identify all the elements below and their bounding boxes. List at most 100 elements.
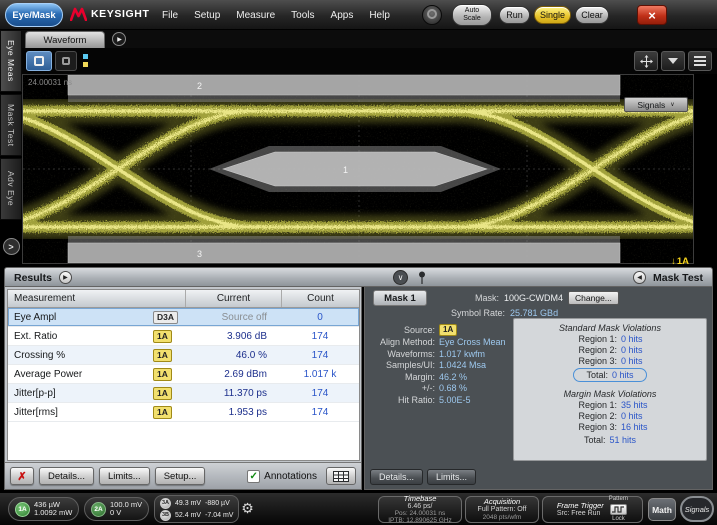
frame-trigger-title: Frame Trigger bbox=[557, 502, 604, 510]
region-value: 35 hits bbox=[621, 400, 679, 411]
channel-3a-value-2: -880 µV bbox=[205, 500, 230, 507]
math-button[interactable]: Math bbox=[648, 498, 676, 521]
mask-region-3-label: 3 bbox=[197, 249, 202, 259]
channel-2a-button[interactable]: 2A 100.0 mV 0 V bbox=[84, 497, 149, 521]
collapse-panel-button[interactable]: ∨ bbox=[393, 270, 408, 285]
view-mode-button[interactable] bbox=[26, 51, 52, 71]
mask-test-panel-title: Mask Test bbox=[653, 272, 703, 284]
clear-button[interactable]: Clear bbox=[575, 6, 609, 24]
menu-help[interactable]: Help bbox=[369, 10, 390, 21]
single-button[interactable]: Single bbox=[534, 6, 571, 24]
brand-name: KEYSIGHT bbox=[91, 8, 149, 20]
symbol-rate-row: Symbol Rate: 25.781 GBd bbox=[451, 308, 558, 318]
left-arrow-icon: ◀ bbox=[637, 274, 642, 281]
gear-icon: ⚙ bbox=[241, 500, 254, 517]
source-badge: 1A bbox=[153, 330, 172, 343]
run-button[interactable]: Run bbox=[499, 6, 530, 24]
channel-3-button[interactable]: 3A 49.3 mV -880 µV 3B 52.4 mV -7.04 mV bbox=[154, 495, 239, 523]
menu-tools[interactable]: Tools bbox=[291, 10, 314, 21]
chevron-right-icon: > bbox=[8, 242, 13, 252]
signals-button[interactable]: Signals bbox=[680, 496, 714, 522]
menu-file[interactable]: File bbox=[162, 10, 178, 21]
touch-icon bbox=[427, 9, 437, 19]
signals-dropdown[interactable]: Signals ∨ bbox=[624, 97, 688, 112]
measurement-name: Jitter[rms] bbox=[8, 407, 153, 418]
grid-view-button[interactable] bbox=[326, 467, 356, 485]
auto-scale-button[interactable]: Auto Scale bbox=[452, 4, 492, 26]
mask-test-expand-button[interactable]: ◀ bbox=[633, 271, 646, 284]
table-row[interactable]: Jitter[p-p] 1A 11.370 ps 174 bbox=[8, 384, 359, 403]
menu-measure[interactable]: Measure bbox=[236, 10, 275, 21]
sidebar-tab-eye-meas[interactable]: Eye Meas bbox=[0, 30, 22, 92]
menu-setup[interactable]: Setup bbox=[194, 10, 220, 21]
eye-diagram-display[interactable]: 2 3 1 24.00031 ns Signals ∨ ↓ 1A bbox=[22, 74, 694, 264]
sidebar-tab-adv-eye[interactable]: Adv Eye bbox=[0, 158, 22, 220]
blue-dot-icon bbox=[83, 54, 88, 59]
timebase-title: Timebase bbox=[404, 495, 437, 503]
mask-1-tab[interactable]: Mask 1 bbox=[373, 290, 427, 306]
count-value: 174 bbox=[312, 388, 329, 399]
change-mask-button[interactable]: Change... bbox=[568, 291, 619, 305]
mask-details-button[interactable]: Details... bbox=[370, 469, 423, 485]
split-view-icon bbox=[62, 57, 70, 65]
annotations-checkbox[interactable]: ✓ bbox=[247, 470, 260, 483]
delete-measurement-button[interactable]: ✗ bbox=[10, 467, 34, 485]
measurement-name: Ext. Ratio bbox=[8, 331, 153, 342]
channel-1a-indicator: 1A bbox=[15, 502, 30, 517]
region-label: Region 3: bbox=[541, 356, 617, 367]
source-badge: 1A bbox=[153, 387, 172, 400]
pin-icon[interactable] bbox=[417, 271, 427, 285]
results-expand-button[interactable]: ▶ bbox=[59, 271, 72, 284]
sidebar-expand-button[interactable]: > bbox=[3, 238, 20, 255]
measurements-table: Measurement Current Count Eye Ampl D3A S… bbox=[7, 289, 360, 461]
display-menu-button[interactable] bbox=[688, 51, 712, 71]
display-options-dropdown[interactable] bbox=[661, 51, 685, 71]
channel-1a-button[interactable]: 1A 436 µW 1.0092 mW bbox=[8, 497, 79, 521]
play-icon: ▶ bbox=[117, 36, 122, 43]
field-label: Waveforms: bbox=[369, 349, 435, 360]
menu-apps[interactable]: Apps bbox=[331, 10, 354, 21]
pan-zoom-button[interactable] bbox=[634, 51, 658, 71]
table-row[interactable]: Average Power 1A 2.69 dBm 1.017 k bbox=[8, 365, 359, 384]
results-header: Results ▶ bbox=[14, 271, 72, 284]
mask-limits-button[interactable]: Limits... bbox=[427, 469, 476, 485]
field-margin-tolerance: +/-: 0.68 % bbox=[369, 383, 511, 394]
tab-waveform[interactable]: Waveform bbox=[25, 31, 105, 48]
waveform-play-button[interactable]: ▶ bbox=[112, 32, 126, 46]
field-label: Margin: bbox=[369, 372, 435, 383]
limits-button[interactable]: Limits... bbox=[99, 467, 150, 485]
eye-diagram-canvas: 2 3 1 bbox=[23, 75, 693, 263]
table-row[interactable]: Ext. Ratio 1A 3.906 dB 174 bbox=[8, 327, 359, 346]
margin-violations-title: Margin Mask Violations bbox=[518, 388, 702, 400]
title-bar: Eye/Mask KEYSIGHT File Setup Measure Too… bbox=[0, 0, 717, 30]
pattern-lock-button[interactable] bbox=[610, 504, 627, 515]
sidebar-tab-mask-test[interactable]: Mask Test bbox=[0, 94, 22, 156]
region-value: 0 hits bbox=[621, 411, 679, 422]
field-label: Hit Ratio: bbox=[369, 395, 435, 406]
field-value: 1.0424 Msa bbox=[439, 360, 486, 371]
chevron-down-icon: ∨ bbox=[670, 101, 674, 108]
toolbar-right-group bbox=[634, 51, 712, 71]
table-row[interactable]: Crossing % 1A 46.0 % 174 bbox=[8, 346, 359, 365]
frame-trigger-panel[interactable]: Frame Trigger Src: Free Run Pattern Lock bbox=[542, 496, 643, 523]
mode-button[interactable]: Eye/Mask bbox=[5, 3, 63, 27]
details-button[interactable]: Details... bbox=[39, 467, 94, 485]
close-button[interactable]: × bbox=[637, 5, 667, 25]
split-view-button[interactable] bbox=[55, 51, 77, 71]
acquisition-panel[interactable]: Acquisition Full Pattern: Off 2048 pts/w… bbox=[465, 496, 539, 523]
field-value: Eye Cross Mean bbox=[439, 337, 506, 348]
mask-test-header: ◀ Mask Test bbox=[633, 271, 703, 284]
lock-label: Lock bbox=[612, 516, 625, 523]
setup-button[interactable]: Setup... bbox=[155, 467, 206, 485]
current-value: 1.953 ps bbox=[229, 407, 281, 418]
field-label: +/-: bbox=[369, 383, 435, 394]
settings-button[interactable]: ⚙ bbox=[238, 499, 257, 518]
touch-toggle-button[interactable] bbox=[422, 5, 442, 25]
table-row[interactable]: Jitter[rms] 1A 1.953 ps 174 bbox=[8, 403, 359, 422]
table-row[interactable]: Eye Ampl D3A Source off 0 bbox=[8, 308, 359, 327]
mask-region-2-label: 2 bbox=[197, 81, 202, 91]
timebase-panel[interactable]: Timebase 6.46 ps/ Pos: 24.00031 ns IPTB:… bbox=[378, 496, 462, 523]
violation-row: Region 3: 16 hits bbox=[518, 422, 702, 433]
panel-controls: ∨ bbox=[393, 270, 427, 285]
column-measurement: Measurement bbox=[8, 293, 185, 304]
